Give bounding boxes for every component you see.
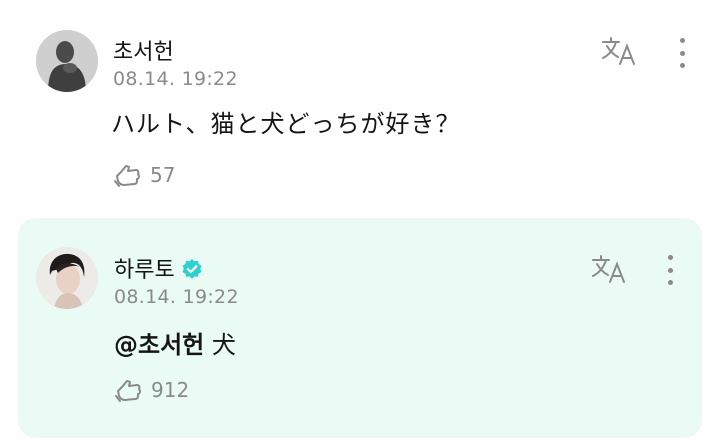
mention-link[interactable]: @초서헌 [114,331,204,359]
more-options-button[interactable] [664,255,676,285]
user-silhouette-icon [36,30,98,92]
like-hand-icon [114,165,140,187]
translate-button[interactable] [601,36,637,66]
avatar[interactable] [36,30,98,92]
verified-check-icon [182,259,202,279]
more-vertical-icon [667,255,673,260]
artist-profile-icon [36,247,98,309]
like-count: 57 [150,163,176,187]
like-count: 912 [151,378,190,402]
like-button[interactable]: 912 [113,375,189,405]
author-name: 하루토 [114,258,175,283]
like-button[interactable]: 57 [112,160,175,190]
comment-author[interactable]: 하루토 [114,252,203,284]
translate-button[interactable] [591,254,627,284]
comment-item: 초서헌 08.14. 19:22 ハルト、猫と犬どっちが好き？ 57 [0,0,720,215]
artist-reply-item: 하루토 08.14. 19:22 @초서헌 犬 912 [18,218,702,438]
comment-date: 08.14. 19:22 [113,68,238,90]
translate-icon [592,255,625,283]
more-vertical-icon [679,38,685,43]
like-hand-icon [115,380,141,402]
comment-text: ハルト、猫と犬どっちが好き？ [111,110,461,138]
comment-date: 08.14. 19:22 [114,286,239,308]
comment-author[interactable]: 초서헌 [113,34,174,66]
reply-text: 犬 [211,331,236,359]
more-options-button[interactable] [676,38,688,68]
comment-text: @초서헌 犬 [114,325,236,360]
avatar[interactable] [36,247,98,309]
translate-icon [602,37,635,65]
